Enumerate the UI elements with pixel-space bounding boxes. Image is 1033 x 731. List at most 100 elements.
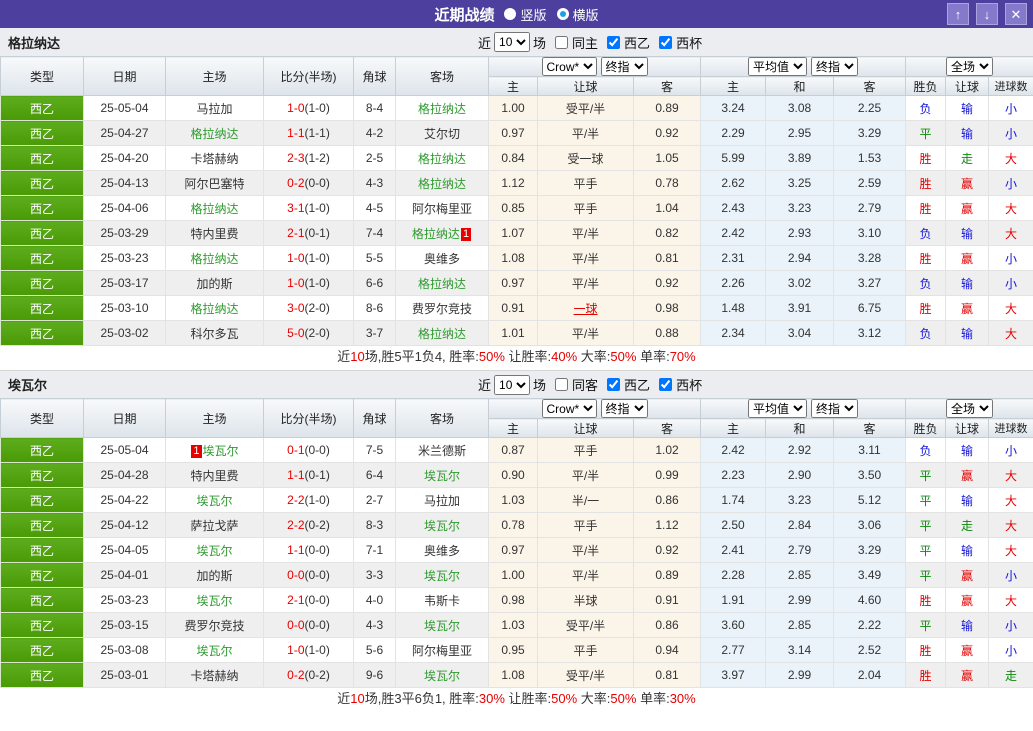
goals-result-cell: 走 xyxy=(988,662,1033,688)
handicap-line: 平手 xyxy=(573,643,598,658)
league-cell: 西乙 xyxy=(0,662,84,688)
avg-home-cell: 2.41 xyxy=(700,537,766,563)
asian-result-cell: 赢 xyxy=(945,170,990,196)
move-up-button[interactable]: ↑ xyxy=(947,3,969,25)
league-checkbox2[interactable] xyxy=(607,378,621,391)
match-count-select[interactable]: 10 xyxy=(494,32,531,52)
summary-segment: 30% xyxy=(478,691,505,706)
summary-segment: 50% xyxy=(610,691,637,706)
home-team-cell: 阿尔巴塞特 xyxy=(165,170,264,196)
radio-selected-icon[interactable] xyxy=(556,8,569,20)
goals-result-cell: 大 xyxy=(988,512,1033,538)
league-cell: 西乙 xyxy=(0,95,84,121)
avg-draw-cell: 3.91 xyxy=(765,295,834,321)
team-name: 韦斯卡 xyxy=(423,593,460,608)
date-cell: 25-03-23 xyxy=(83,587,166,613)
goals-result-cell: 大 xyxy=(988,487,1033,513)
result-cell: 平 xyxy=(905,562,947,588)
cup-checkbox[interactable] xyxy=(659,35,673,49)
result-cell: 平 xyxy=(905,487,947,513)
team-name: 卡塔赫纳 xyxy=(190,151,239,166)
summary-segment: 近 xyxy=(337,691,351,706)
cup-checkbox2[interactable] xyxy=(659,378,673,391)
summary-segment: 50% xyxy=(610,349,637,364)
match-count-select2[interactable]: 10 xyxy=(494,374,531,395)
score-cell: 0-1(0-0) xyxy=(263,437,354,463)
company-select3[interactable]: Crow* xyxy=(541,399,597,418)
scope-header: 全场 xyxy=(905,398,1033,419)
avg-draw-cell: 3.23 xyxy=(765,487,834,513)
away-team-cell: 格拉纳达 xyxy=(395,145,489,171)
final-index-select4[interactable]: 终指 xyxy=(811,399,858,418)
away-odds-cell: 1.12 xyxy=(633,512,701,538)
handicap-cell: 平手 xyxy=(537,512,634,538)
avg-away-cell: 3.12 xyxy=(832,320,907,346)
same-home-checkbox[interactable] xyxy=(555,35,569,49)
summary-segment: 场,胜3平6负1, 胜率: xyxy=(364,691,479,706)
handicap-cell: 平/半 xyxy=(537,120,634,146)
final-index-select[interactable]: 终指 xyxy=(600,57,648,76)
result-cell: 负 xyxy=(905,320,947,346)
goals-result-cell: 大 xyxy=(988,195,1033,221)
avg-away-cell: 2.25 xyxy=(832,95,907,121)
league-cell: 西乙 xyxy=(0,270,84,296)
date-cell: 25-03-08 xyxy=(83,637,166,663)
sub-avg-draw: 和 xyxy=(765,418,834,438)
avg-draw-cell: 2.79 xyxy=(765,537,834,563)
match-row: 西乙 25-05-04 马拉加 1-0(1-0) 8-4 格拉纳达 1.00 受平/半 0.89… xyxy=(0,95,1033,121)
team-name: 埃瓦尔 xyxy=(196,493,233,508)
date-cell: 25-04-13 xyxy=(83,170,166,196)
company-select[interactable]: Crow* xyxy=(541,57,597,76)
handicap-line: 受平/半 xyxy=(565,618,606,633)
half-time-score: (1-0) xyxy=(304,276,330,290)
sub-avg-home: 主 xyxy=(700,418,766,438)
team-name: 格拉纳达 xyxy=(417,176,466,191)
result-cell: 负 xyxy=(905,220,947,246)
summary-segment: 40% xyxy=(551,349,578,364)
score-cell: 1-0(1-0) xyxy=(263,95,354,121)
score-cell: 0-0(0-0) xyxy=(263,612,354,638)
final-index-select3[interactable]: 终指 xyxy=(600,399,648,418)
team-name: 埃瓦尔 xyxy=(196,593,233,608)
odds-company-header: Crow* 终指 xyxy=(488,398,701,419)
handicap-line: 受平/半 xyxy=(565,668,606,683)
full-time-score: 1-0 xyxy=(287,276,305,290)
result-cell: 胜 xyxy=(905,195,947,221)
match-row: 西乙 25-04-01 加的斯 0-0(0-0) 3-3 埃瓦尔 1.00 平/半 0.89 2.… xyxy=(0,562,1033,588)
team-name: 格拉纳达 xyxy=(417,276,466,291)
scope-select[interactable]: 全场 xyxy=(946,57,994,76)
layout-radio-horizontal[interactable]: 横版 xyxy=(556,5,599,24)
layout-radio-vertical[interactable]: 竖版 xyxy=(504,5,547,24)
avg-away-cell: 2.04 xyxy=(832,662,907,688)
result-cell: 胜 xyxy=(905,587,947,613)
home-team-cell: 卡塔赫纳 xyxy=(165,145,264,171)
away-team-cell: 格拉纳达 xyxy=(395,170,489,196)
scope-select2[interactable]: 全场 xyxy=(946,399,994,418)
result-cell: 平 xyxy=(905,512,947,538)
team-name: 埃瓦尔 xyxy=(423,668,460,683)
close-button[interactable]: ✕ xyxy=(1005,3,1027,25)
full-time-score: 1-1 xyxy=(287,126,305,140)
score-cell: 0-2(0-0) xyxy=(263,170,354,196)
avg-draw-cell: 3.02 xyxy=(765,270,834,296)
half-time-score: (0-0) xyxy=(304,176,330,190)
sub-handicap: 让球 xyxy=(537,418,634,438)
result-cell: 平 xyxy=(905,120,947,146)
average-select2[interactable]: 平均值 xyxy=(748,399,807,418)
league-cell: 西乙 xyxy=(0,245,84,271)
score-cell: 2-3(1-2) xyxy=(263,145,354,171)
final-index-select2[interactable]: 终指 xyxy=(811,57,858,76)
same-away-checkbox[interactable] xyxy=(555,378,569,391)
radio-unselected-icon[interactable] xyxy=(504,8,517,20)
handicap-line: 半球 xyxy=(573,593,598,608)
asian-result-cell: 赢 xyxy=(945,637,990,663)
average-select[interactable]: 平均值 xyxy=(748,57,807,76)
league-cell: 西乙 xyxy=(0,220,84,246)
league-cell: 西乙 xyxy=(0,587,84,613)
cup-label: 西杯 xyxy=(676,35,703,51)
half-time-score: (0-0) xyxy=(304,618,330,632)
asian-result-cell: 赢 xyxy=(945,462,990,488)
move-down-button[interactable]: ↓ xyxy=(976,3,998,25)
league-checkbox[interactable] xyxy=(607,35,621,49)
summary-segment: 单率: xyxy=(636,691,670,706)
